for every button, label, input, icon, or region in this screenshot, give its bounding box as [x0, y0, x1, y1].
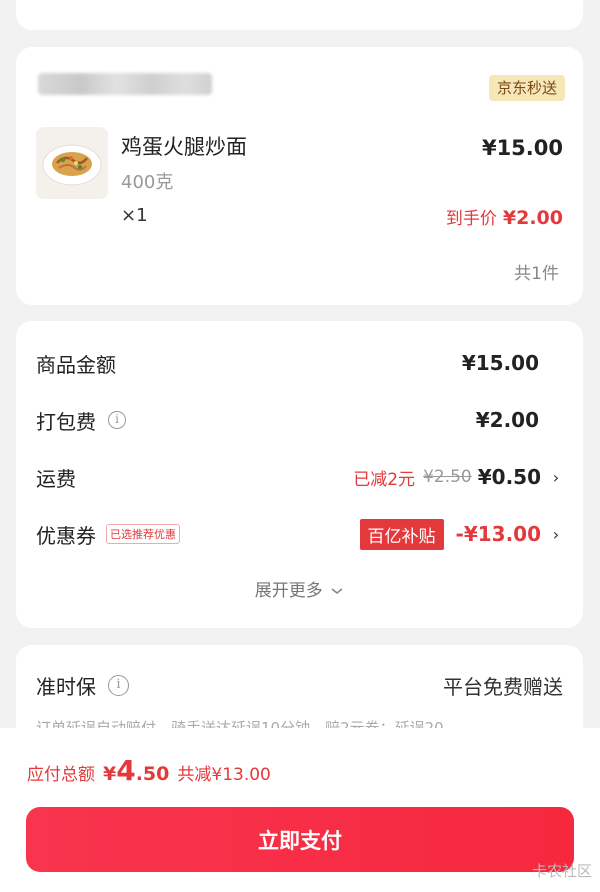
expand-more-label: 展开更多: [254, 581, 323, 601]
goods-amount-label: 商品金额: [36, 352, 116, 377]
chevron-down-icon: [331, 588, 343, 595]
delivery-badge: 京东秒送: [488, 75, 565, 101]
product-image[interactable]: [36, 127, 108, 199]
coupon-row[interactable]: 优惠券 已选推荐优惠 百亿补贴 -¥13.00 ›: [36, 518, 563, 550]
info-icon[interactable]: i: [108, 675, 129, 696]
total-integer: 4: [116, 754, 136, 787]
pay-now-button[interactable]: 立即支付: [26, 807, 574, 872]
product-quantity: ×1: [121, 205, 148, 226]
guarantee-free-label: 平台免费赠送: [443, 675, 563, 699]
product-name[interactable]: 鸡蛋火腿炒面: [121, 131, 247, 161]
currency-symbol: ¥: [103, 763, 117, 785]
packing-fee-value: ¥2.00: [475, 408, 539, 432]
checkout-bar: 应付总额 ¥ 4 .50 共减¥13.00 立即支付: [0, 728, 600, 892]
coupon-label: 优惠券: [36, 523, 96, 548]
final-price-label: 到手价: [445, 209, 497, 229]
packing-fee-label: 打包费: [36, 409, 96, 434]
item-count: 共1件: [514, 264, 559, 284]
saved-amount: 共减¥13.00: [177, 765, 271, 785]
fee-card: 商品金额 ¥15.00 打包费 i ¥2.00 运费 已减2元 ¥2.50 ¥0.…: [16, 321, 583, 628]
store-card: 京东秒送 鸡蛋火腿炒面 400克 ×1 ¥15.00 到手价 ¥2.00 共1件: [16, 47, 583, 305]
shipping-discount: 已减2元: [353, 469, 416, 490]
product-weight: 400克: [121, 172, 174, 193]
expand-more-button[interactable]: 展开更多: [16, 576, 583, 601]
shipping-fee-value: ¥0.50: [477, 465, 541, 489]
watermark: 卡农社区: [531, 862, 592, 880]
product-price: ¥15.00: [481, 136, 563, 160]
goods-amount-value: ¥15.00: [461, 351, 539, 375]
guarantee-title: 准时保: [36, 675, 96, 699]
previous-card: [16, 0, 583, 30]
final-price: 到手价 ¥2.00: [446, 204, 563, 229]
store-name-blurred: [38, 73, 212, 95]
coupon-value: -¥13.00: [455, 522, 541, 546]
total-summary: 应付总额 ¥ 4 .50 共减¥13.00: [27, 754, 271, 787]
noodle-dish-icon: [42, 144, 102, 186]
subsidy-badge: 百亿补贴: [359, 518, 444, 550]
shipping-fee-label: 运费: [36, 466, 76, 491]
chevron-right-icon: ›: [552, 467, 560, 487]
recommended-coupon-tag: 已选推荐优惠: [106, 524, 180, 544]
shipping-fee-row[interactable]: 运费 已减2元 ¥2.50 ¥0.50 ›: [36, 462, 563, 492]
info-icon[interactable]: i: [108, 411, 126, 429]
goods-amount-row: 商品金额 ¥15.00: [36, 348, 563, 378]
total-label: 应付总额: [27, 765, 95, 785]
chevron-right-icon: ›: [552, 524, 560, 544]
shipping-original-price: ¥2.50: [423, 467, 472, 487]
total-decimal: .50: [135, 763, 170, 785]
packing-fee-row: 打包费 i ¥2.00: [36, 405, 563, 435]
final-price-value: ¥2.00: [502, 207, 563, 229]
